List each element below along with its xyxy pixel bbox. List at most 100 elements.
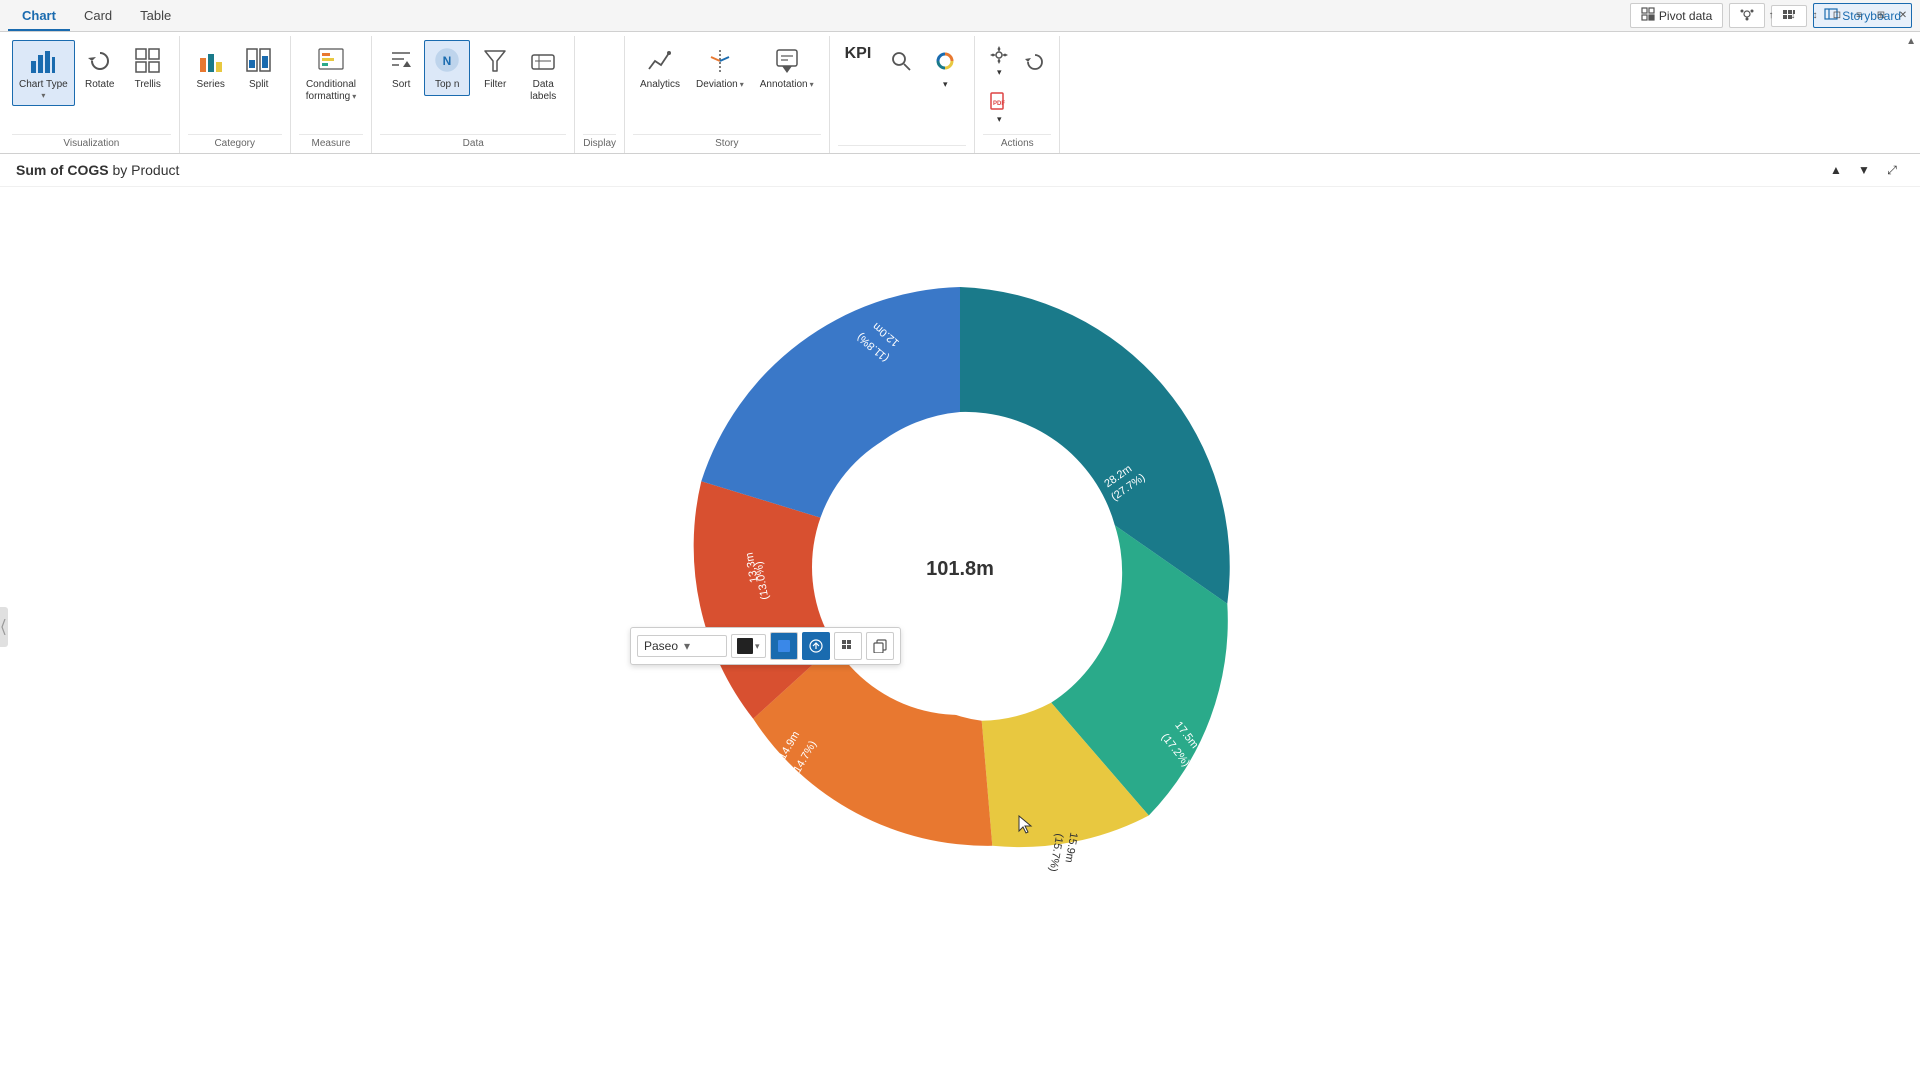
window-controls: ↑ ↓ ↕ ⊡ ≡ ⊞ ✕: [1762, 6, 1912, 24]
filter-icon: [479, 45, 511, 77]
pdf-button[interactable]: PDF ▾: [983, 87, 1015, 130]
data-labels-label: Data labels: [530, 79, 556, 103]
pivot-icon: [1641, 7, 1655, 24]
cluster-button[interactable]: [1729, 3, 1765, 28]
chart-title-dimension: by Product: [112, 162, 179, 178]
chart-type-label: Chart Type ▾: [19, 79, 68, 101]
trellis-icon: [132, 45, 164, 77]
search-button[interactable]: [880, 40, 922, 82]
sort-asc-button[interactable]: ▲: [1824, 158, 1848, 182]
series-label: Series: [197, 79, 225, 91]
font-selector-chevron: ▾: [684, 639, 690, 653]
kpi-group: KPI: [830, 36, 976, 153]
font-selector[interactable]: Paseo ▾: [637, 635, 727, 657]
split-icon: [243, 45, 275, 77]
filter-label: Filter: [484, 79, 506, 91]
deviation-icon: [704, 45, 736, 77]
sort-label: Sort: [392, 79, 410, 91]
conditional-formatting-button[interactable]: Conditional formatting ▾: [299, 40, 363, 108]
win-btn-4[interactable]: ⊡: [1828, 6, 1846, 24]
actions-group: ▾ PDF ▾: [975, 36, 1060, 153]
chart-type-button[interactable]: Chart Type ▾: [12, 40, 75, 106]
rotate-icon: [84, 45, 116, 77]
split-label: Split: [249, 79, 268, 91]
category-group: Series Split Category: [180, 36, 291, 153]
color-picker-button[interactable]: ▾: [731, 634, 766, 658]
measure-group: Conditional formatting ▾ Measure: [291, 36, 372, 153]
chart-area: 101.8m 28.2m (27.7%) 17.5m (17.2%) 15.9m…: [0, 187, 1920, 1067]
data-labels-icon: [527, 45, 559, 77]
data-labels-button[interactable]: Data labels: [520, 40, 566, 108]
settings-chevron: ▾: [997, 67, 1002, 78]
palette-icon: [929, 45, 961, 77]
grid-icon: [841, 639, 855, 653]
top-n-button[interactable]: N Top n: [424, 40, 470, 96]
search-icon: [885, 45, 917, 77]
filter-button[interactable]: Filter: [472, 40, 518, 96]
pdf-chevron: ▾: [997, 114, 1002, 125]
ribbon: Chart Type ▾ Rotate: [0, 32, 1920, 154]
story-group: Analytics Deviation ▾: [625, 36, 830, 153]
highlight-color-button[interactable]: [770, 632, 798, 660]
fit-button[interactable]: ⤢: [1880, 158, 1904, 182]
export-icon: [809, 639, 823, 653]
sidebar-toggle[interactable]: [0, 607, 8, 647]
cluster-icon: [1740, 7, 1754, 24]
chart-type-icon: [27, 45, 59, 77]
trellis-button[interactable]: Trellis: [125, 40, 171, 96]
kpi-text: KPI: [845, 45, 872, 63]
top-n-icon: N: [431, 45, 463, 77]
win-btn-3[interactable]: ↕: [1806, 6, 1824, 24]
annotation-label: Annotation ▾: [760, 79, 814, 91]
top-n-label: Top n: [435, 79, 459, 91]
kpi-button[interactable]: KPI: [838, 40, 879, 68]
refresh-button[interactable]: [1019, 47, 1051, 77]
grid-view-button[interactable]: [834, 632, 862, 660]
data-group-label: Data: [380, 134, 566, 153]
win-btn-5[interactable]: ≡: [1850, 6, 1868, 24]
kpi-group-label: [838, 145, 967, 153]
split-button[interactable]: Split: [236, 40, 282, 96]
win-btn-1[interactable]: ↑: [1762, 6, 1780, 24]
data-group: Sort N Top n Filter: [372, 36, 575, 153]
conditional-formatting-icon: [315, 45, 347, 77]
actions-group-label: Actions: [983, 134, 1051, 153]
tab-card[interactable]: Card: [70, 2, 126, 31]
pivot-data-button[interactable]: Pivot data: [1630, 3, 1723, 28]
win-btn-7[interactable]: ✕: [1894, 6, 1912, 24]
tab-bar: Chart Card Table Pivot data Storyboard: [0, 0, 1920, 32]
analytics-icon: [644, 45, 676, 77]
theme-button[interactable]: ▾: [924, 40, 966, 95]
measure-group-label: Measure: [299, 134, 363, 153]
analytics-label: Analytics: [640, 79, 680, 91]
rotate-label: Rotate: [85, 79, 114, 91]
tab-table[interactable]: Table: [126, 2, 185, 31]
export-button[interactable]: [802, 632, 830, 660]
win-btn-2[interactable]: ↓: [1784, 6, 1802, 24]
category-group-label: Category: [188, 134, 282, 153]
sort-button[interactable]: Sort: [380, 40, 422, 96]
svg-text:N: N: [443, 54, 452, 68]
chart-title-row: Sum of COGS by Product ▲ ▼ ⤢: [0, 154, 1920, 187]
series-button[interactable]: Series: [188, 40, 234, 96]
chart-title-metric: Sum of COGS: [16, 162, 109, 178]
rotate-button[interactable]: Rotate: [77, 40, 123, 96]
pivot-data-label: Pivot data: [1659, 9, 1712, 23]
deviation-button[interactable]: Deviation ▾: [689, 40, 751, 96]
display-group-label: Display: [583, 134, 616, 153]
series-icon: [195, 45, 227, 77]
win-btn-6[interactable]: ⊞: [1872, 6, 1890, 24]
sort-desc-button[interactable]: ▼: [1852, 158, 1876, 182]
chart-popup: Paseo ▾ ▾: [630, 627, 901, 665]
donut-chart: 101.8m 28.2m (27.7%) 17.5m (17.2%) 15.9m…: [610, 207, 1310, 927]
annotation-button[interactable]: Annotation ▾: [753, 40, 821, 96]
copy-icon: [873, 639, 887, 653]
settings-button[interactable]: ▾: [983, 40, 1015, 83]
trellis-label: Trellis: [135, 79, 161, 91]
sort-icon: [385, 45, 417, 77]
analytics-button[interactable]: Analytics: [633, 40, 687, 96]
ribbon-collapse-button[interactable]: ▲: [1906, 36, 1916, 47]
tab-chart[interactable]: Chart: [8, 2, 70, 31]
copy-button[interactable]: [866, 632, 894, 660]
font-name: Paseo: [644, 639, 678, 653]
